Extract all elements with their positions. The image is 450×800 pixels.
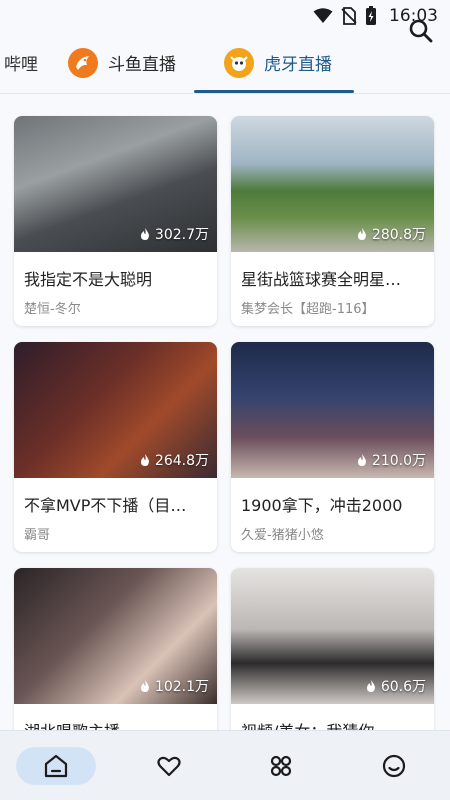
stream-thumbnail: 264.8万 (14, 342, 217, 478)
battery-charging-icon (366, 6, 376, 25)
stream-thumbnail: 102.1万 (14, 568, 217, 704)
viewer-count: 264.8万 (138, 450, 209, 470)
flame-icon (357, 454, 366, 466)
stream-title: 我指定不是大聪明 (24, 270, 153, 289)
streamer-name: 集梦会长【超跑-116】 (241, 302, 375, 317)
nav-profile[interactable] (354, 747, 434, 785)
flame-icon (140, 454, 149, 466)
tab-bilibili[interactable]: 哔哩 (0, 32, 44, 93)
smiley-icon (382, 754, 405, 777)
flame-icon (140, 228, 149, 240)
heart-icon (157, 756, 181, 776)
stream-card[interactable]: 280.8万 星街战篮球赛全明星… 集梦会长【超跑-116】 (231, 116, 434, 326)
nav-favorites[interactable] (129, 747, 209, 785)
stream-thumbnail: 60.6万 (231, 568, 434, 704)
bottom-navigation (0, 730, 450, 800)
platform-tabs: 哔哩 斗鱼直播 虎牙直播 (0, 32, 450, 94)
status-bar: 16:03 (0, 0, 450, 32)
viewer-count: 102.1万 (138, 676, 209, 696)
streamer-name: 久爱-猪猪小悠 (241, 528, 324, 543)
tab-label: 哔哩 (4, 55, 38, 75)
tab-label: 虎牙直播 (264, 55, 332, 75)
tab-label: 斗鱼直播 (108, 55, 176, 75)
douyu-logo-icon (68, 47, 98, 78)
viewer-count: 280.8万 (355, 224, 426, 244)
stream-thumbnail: 280.8万 (231, 116, 434, 252)
nav-categories[interactable] (241, 747, 321, 785)
stream-title: 不拿MVP不下播（目… (24, 496, 187, 515)
stream-title: 星街战篮球赛全明星… (241, 270, 402, 289)
streamer-name: 楚恒-冬尔 (24, 302, 81, 317)
home-icon (45, 754, 68, 777)
tab-huya[interactable]: 虎牙直播 (194, 32, 354, 93)
wifi-icon (313, 8, 333, 23)
stream-card[interactable]: 210.0万 1900拿下，冲击2000 久爱-猪猪小悠 (231, 342, 434, 552)
nav-home[interactable] (16, 746, 97, 785)
categories-icon (271, 755, 292, 776)
search-icon (409, 19, 433, 43)
viewer-count: 302.7万 (138, 224, 209, 244)
stream-card[interactable]: 302.7万 我指定不是大聪明 楚恒-冬尔 (14, 116, 217, 326)
stream-card[interactable]: 264.8万 不拿MVP不下播（目… 霸哥 (14, 342, 217, 552)
huya-logo-icon (224, 47, 254, 78)
no-sim-icon (341, 7, 357, 25)
streamer-name: 霸哥 (24, 528, 51, 543)
viewer-count: 210.0万 (355, 450, 426, 470)
flame-icon (140, 680, 149, 692)
viewer-count: 60.6万 (364, 676, 426, 696)
flame-icon (357, 228, 366, 240)
flame-icon (366, 680, 375, 692)
stream-thumbnail: 302.7万 (14, 116, 217, 252)
stream-title: 1900拿下，冲击2000 (241, 496, 403, 515)
search-button[interactable] (408, 18, 434, 44)
stream-grid: 302.7万 我指定不是大聪明 楚恒-冬尔 280.8万 星街战篮球赛全明星… … (14, 116, 436, 778)
tab-douyu[interactable]: 斗鱼直播 (44, 32, 194, 93)
stream-thumbnail: 210.0万 (231, 342, 434, 478)
